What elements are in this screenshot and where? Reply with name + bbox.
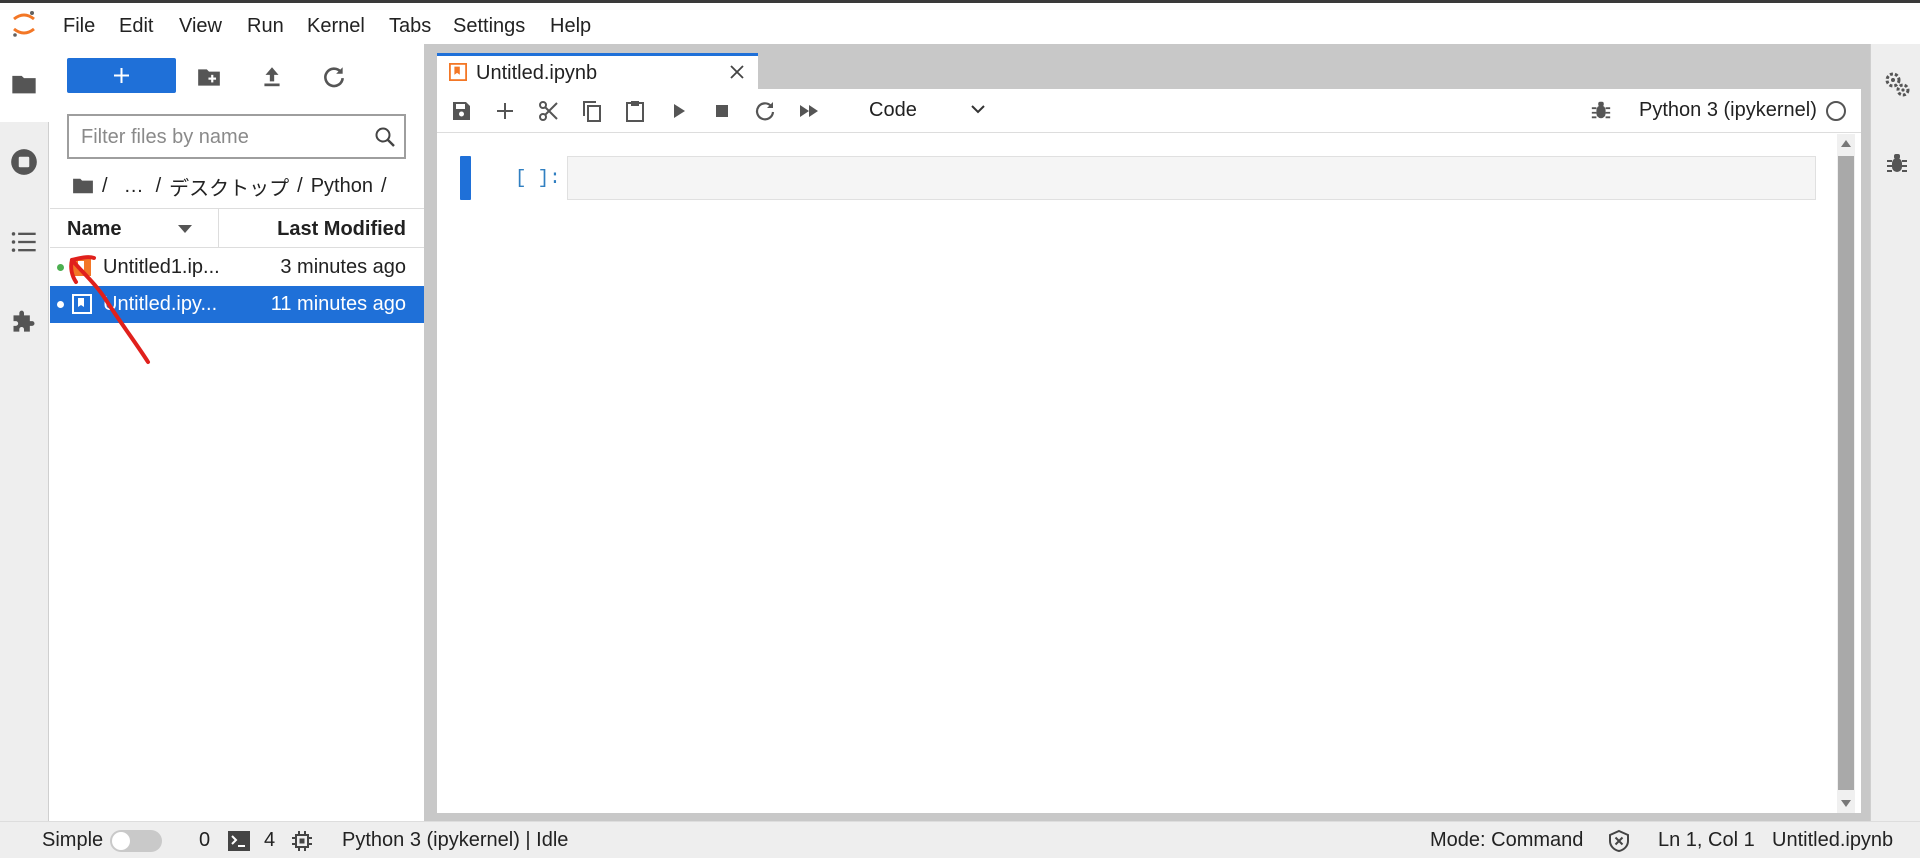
terminals-count[interactable]: 4 xyxy=(264,829,275,852)
kernel-status-circle-icon xyxy=(1826,101,1846,121)
menu-tabs[interactable]: Tabs xyxy=(389,15,431,38)
notebook-content: [ ]: xyxy=(437,134,1861,813)
file-row-untitled[interactable]: Untitled.ipy... 11 minutes ago xyxy=(50,286,424,323)
menu-run[interactable]: Run xyxy=(247,15,284,38)
column-last-modified-header[interactable]: Last Modified xyxy=(277,218,406,241)
kernel-status-text[interactable]: Python 3 (ipykernel) | Idle xyxy=(342,829,568,852)
breadcrumb-desktop[interactable]: デスクトップ xyxy=(169,172,289,201)
running-indicator-dot xyxy=(57,264,64,271)
jupyter-logo-icon xyxy=(13,11,35,37)
home-folder-icon[interactable] xyxy=(72,177,94,195)
menu-file[interactable]: File xyxy=(63,15,95,38)
breadcrumb-separator: / xyxy=(297,174,303,197)
upload-icon[interactable] xyxy=(259,64,285,90)
copy-icon[interactable] xyxy=(580,99,604,123)
paste-icon[interactable] xyxy=(623,99,647,123)
search-icon xyxy=(375,127,395,147)
file-list-header: Name Last Modified xyxy=(50,208,424,248)
cpu-chip-icon[interactable] xyxy=(291,830,313,852)
new-folder-icon[interactable] xyxy=(196,64,222,90)
breadcrumb-python[interactable]: Python xyxy=(311,175,373,198)
save-icon[interactable] xyxy=(449,99,473,123)
debugger-bug-icon[interactable] xyxy=(1590,99,1612,121)
vertical-scrollbar[interactable] xyxy=(1837,134,1855,813)
terminal-icon xyxy=(228,831,250,851)
notebook-mode: Mode: Command xyxy=(1430,829,1584,851)
breadcrumb-separator: / xyxy=(380,174,387,197)
cell-type-dropdown[interactable]: Code xyxy=(861,96,991,126)
file-last-modified: 3 minutes ago xyxy=(280,256,406,278)
file-name: Untitled1.ip... xyxy=(103,256,220,278)
cut-icon[interactable] xyxy=(537,99,561,123)
simple-mode-toggle[interactable] xyxy=(110,830,162,852)
menu-edit[interactable]: Edit xyxy=(119,15,153,38)
restart-run-all-icon[interactable] xyxy=(797,99,821,123)
status-bar: Simple 0 4 Python 3 (ipykernel) | Idle M… xyxy=(0,821,1920,858)
table-of-contents-icon[interactable] xyxy=(10,228,38,256)
filter-files-input[interactable] xyxy=(81,125,361,149)
scroll-down-arrow-icon[interactable] xyxy=(1841,800,1851,807)
tab-label: Untitled.ipynb xyxy=(476,62,598,84)
main-dock-area: Untitled.ipynb Code Python 3 (ipykernel)… xyxy=(436,44,1870,821)
file-row-untitled1[interactable]: Untitled1.ip... 3 minutes ago xyxy=(50,249,424,286)
cursor-position[interactable]: Ln 1, Col 1 xyxy=(1658,829,1755,852)
kernels-count[interactable]: 0 xyxy=(199,829,210,852)
sort-down-icon[interactable] xyxy=(178,225,192,233)
notebook-tab-icon xyxy=(449,63,467,81)
left-sidebar xyxy=(0,44,49,821)
notebook-panel: Code Python 3 (ipykernel) [ ]: xyxy=(437,89,1861,813)
notebook-toolbar: Code Python 3 (ipykernel) xyxy=(437,89,1861,133)
interrupt-stop-icon[interactable] xyxy=(710,99,734,123)
cell-type-value: Code xyxy=(869,99,917,121)
trust-shield-icon[interactable] xyxy=(1607,829,1631,853)
property-inspector-gears-icon[interactable] xyxy=(1883,70,1911,98)
simple-mode-label: Simple xyxy=(42,829,104,851)
debugger-bug-icon[interactable] xyxy=(1885,151,1909,175)
chevron-down-icon xyxy=(971,105,985,114)
tab-untitled-notebook[interactable]: Untitled.ipynb xyxy=(437,53,758,89)
menu-view[interactable]: View xyxy=(179,15,222,38)
file-name: Untitled.ipy... xyxy=(103,293,218,315)
menu-help[interactable]: Help xyxy=(550,15,591,38)
code-cell-input[interactable] xyxy=(567,156,1816,200)
file-browser-panel: / … / デスクトップ / Python / Name Last Modifi… xyxy=(50,44,424,821)
notebook-file-icon xyxy=(72,294,92,314)
file-last-modified: 11 minutes ago xyxy=(270,293,406,315)
column-divider[interactable] xyxy=(218,209,219,248)
insert-cell-plus-icon[interactable] xyxy=(493,99,517,123)
breadcrumb-separator: / xyxy=(102,174,108,197)
extension-puzzle-icon[interactable] xyxy=(10,306,38,334)
notebook-file-icon xyxy=(73,258,91,276)
current-file-name: Untitled.ipynb xyxy=(1772,829,1894,851)
breadcrumb-separator: / xyxy=(155,174,162,197)
run-cell-icon[interactable] xyxy=(667,99,691,123)
menu-kernel[interactable]: Kernel xyxy=(307,15,365,38)
right-sidebar xyxy=(1870,44,1920,821)
close-icon[interactable] xyxy=(728,63,746,81)
folder-icon xyxy=(12,75,36,94)
sidebar-tab-file-browser[interactable] xyxy=(0,44,49,122)
running-indicator-dot xyxy=(57,301,64,308)
cell-input-prompt: [ ]: xyxy=(515,167,561,189)
panel-splitter[interactable] xyxy=(424,44,436,821)
new-launcher-button[interactable] xyxy=(67,58,176,93)
menu-settings[interactable]: Settings xyxy=(453,15,525,38)
breadcrumb: / … / デスクトップ / Python / xyxy=(72,171,387,201)
kernel-name-button[interactable]: Python 3 (ipykernel) xyxy=(1639,99,1817,122)
scrollbar-thumb[interactable] xyxy=(1838,156,1854,790)
toggle-knob xyxy=(112,832,130,850)
plus-icon xyxy=(114,68,129,83)
breadcrumb-ellipsis[interactable]: … xyxy=(124,175,144,198)
refresh-icon[interactable] xyxy=(321,64,347,90)
scroll-up-arrow-icon[interactable] xyxy=(1841,140,1851,147)
menu-bar: File Edit View Run Kernel Tabs Settings … xyxy=(0,3,1920,44)
column-name-header[interactable]: Name xyxy=(67,218,121,241)
file-filter xyxy=(67,114,406,159)
restart-kernel-icon[interactable] xyxy=(753,99,777,123)
cell-collapser[interactable] xyxy=(460,156,471,200)
running-stop-icon[interactable] xyxy=(10,148,38,176)
